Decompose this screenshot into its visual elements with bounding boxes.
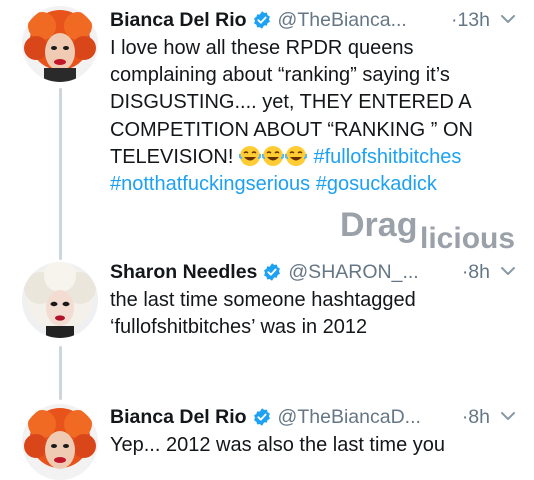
tweet-header: Bianca Del Rio @TheBianca... ·13h <box>110 7 520 33</box>
tweet-text-line: the last time someone hashtagged <box>110 289 416 311</box>
handle[interactable]: @TheBianca... <box>278 9 407 32</box>
tweet-text-line: I love how all these RPDR queens <box>110 37 414 59</box>
tweet-text-line: #notthatfuckingserious #gosuckadick <box>110 171 524 198</box>
verified-badge-icon <box>253 408 270 426</box>
hashtag-link[interactable]: #gosuckadick <box>316 173 437 195</box>
svg-text:Drag: Drag <box>340 206 417 244</box>
svg-text:licious: licious <box>420 222 515 254</box>
laughing-crying-emoji <box>261 145 284 166</box>
display-name[interactable]: Sharon Needles <box>110 261 257 284</box>
tweet-text-line: complaining about “ranking” saying it’s <box>110 64 450 87</box>
hashtag-link[interactable]: #fullofshitbitches <box>314 146 462 168</box>
tweet-header: Bianca Del Rio @TheBiancaD... ·8h <box>110 404 520 430</box>
laughing-crying-emoji <box>284 145 307 166</box>
tweet-text-segment: TELEVISION! <box>110 145 234 168</box>
handle[interactable]: @SHARON_... <box>288 261 418 284</box>
tweet-text-line: Yep... 2012 was also the last time you <box>110 434 446 456</box>
verified-badge-icon <box>253 11 270 29</box>
tweet-header: Sharon Needles @SHARON_... ·8h <box>110 259 520 285</box>
handle[interactable]: @TheBiancaD... <box>278 406 421 429</box>
avatar[interactable] <box>22 6 98 82</box>
avatar[interactable] <box>22 262 98 338</box>
display-name[interactable]: Bianca Del Rio <box>110 406 247 429</box>
timestamp[interactable]: ·8h <box>462 261 490 284</box>
timestamp[interactable]: ·13h <box>451 9 490 32</box>
watermark-logo: Drag licious <box>340 206 515 254</box>
timestamp[interactable]: ·8h <box>462 406 490 429</box>
thread-line <box>59 346 62 400</box>
tweet-text-line: COMPETITION ABOUT “RANKING ” ON <box>110 118 473 141</box>
tweet-text: I love how all these RPDR queens complai… <box>110 35 524 198</box>
tweet-text-line: TELEVISION! #fullofshitbitches <box>110 144 524 171</box>
verified-badge-icon <box>264 263 281 281</box>
avatar[interactable] <box>22 404 98 480</box>
tweet-text-line: DISGUSTING.... yet, THEY ENTERED A <box>110 91 472 114</box>
chevron-down-icon[interactable] <box>498 406 518 426</box>
tweet-text: Yep... 2012 was also the last time you <box>110 432 524 459</box>
tweet-text: the last time someone hashtagged ‘fullof… <box>110 287 524 341</box>
chevron-down-icon[interactable] <box>498 261 518 281</box>
display-name[interactable]: Bianca Del Rio <box>110 9 247 32</box>
laughing-crying-emoji <box>238 145 261 166</box>
hashtag-link[interactable]: #notthatfuckingserious <box>110 173 310 195</box>
thread-line <box>59 88 62 260</box>
chevron-down-icon[interactable] <box>498 9 518 29</box>
tweet-text-line: ‘fullofshitbitches’ was in 2012 <box>110 316 368 339</box>
